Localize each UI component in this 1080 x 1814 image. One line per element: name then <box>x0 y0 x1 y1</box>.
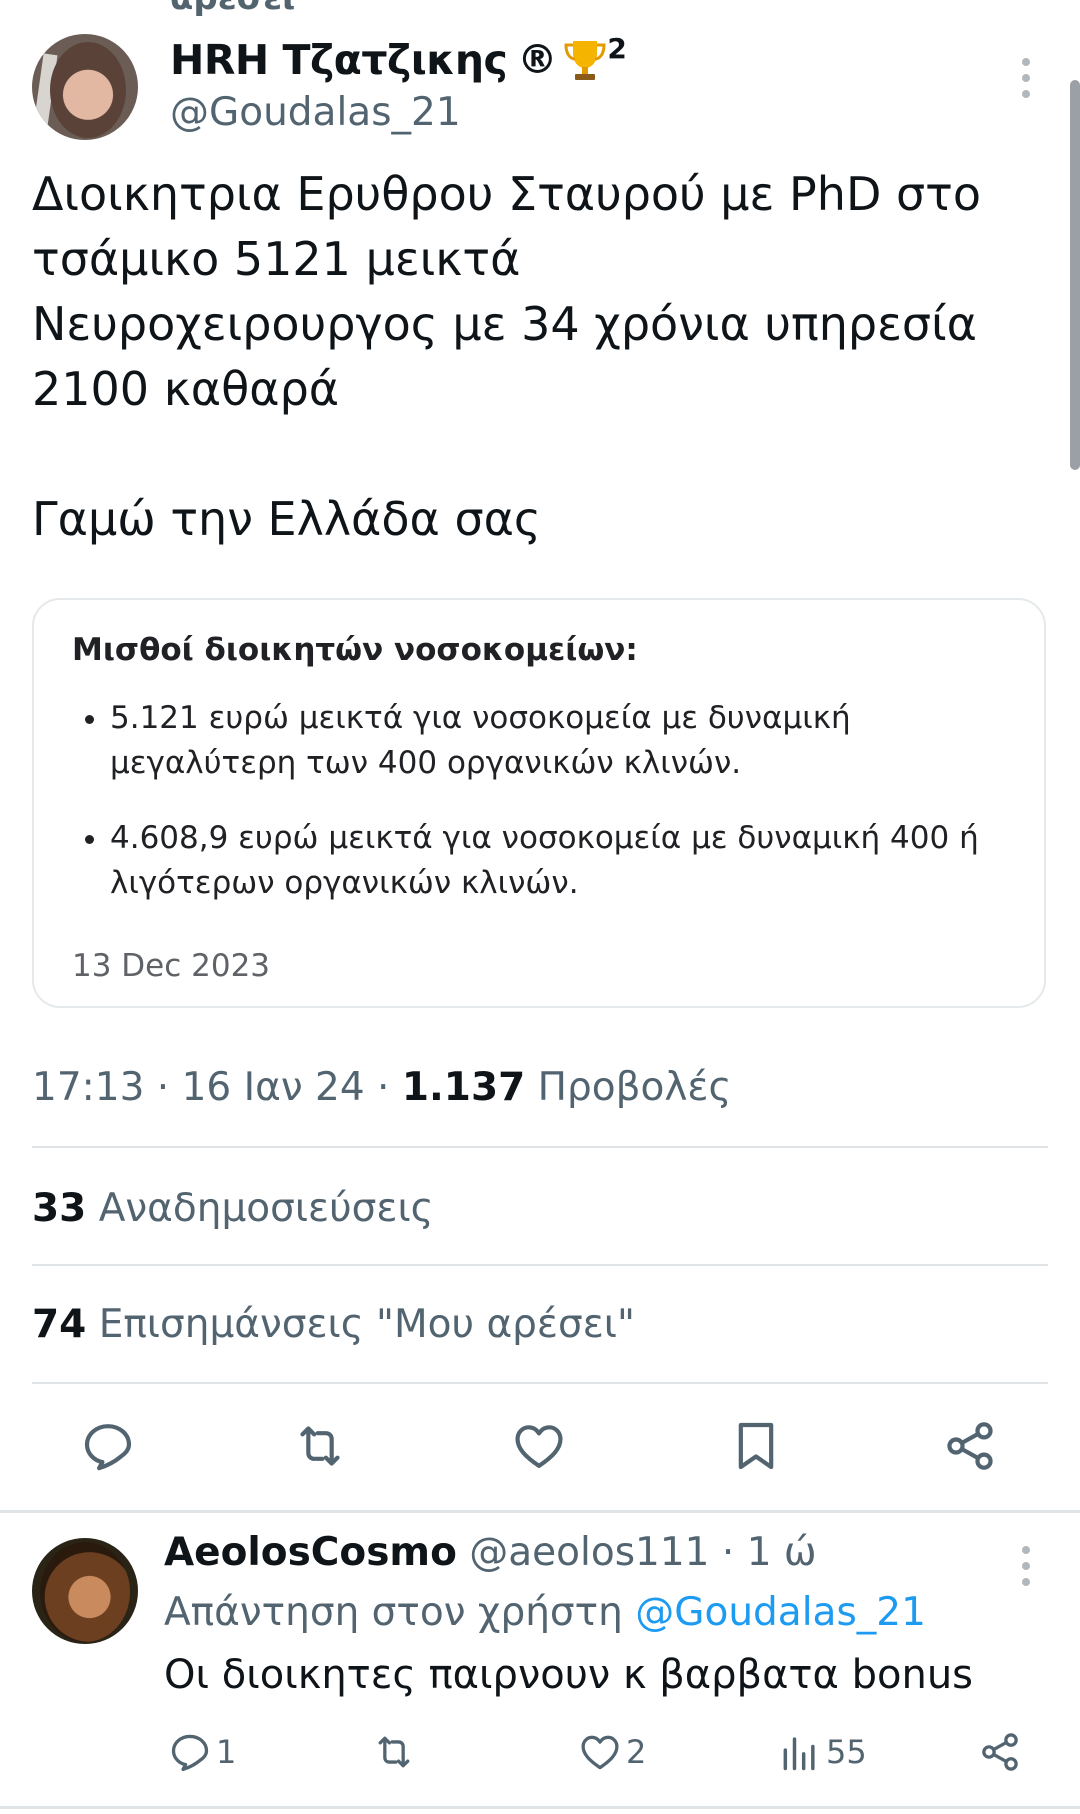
divider <box>32 1264 1048 1266</box>
display-name[interactable]: HRH Τζατζικης <box>170 36 508 84</box>
card-title: Μισθοί διοικητών νοσοκομείων: <box>72 632 638 668</box>
reply-author-row: AeolosCosmo @aeolos111 · 1 ώ <box>164 1530 817 1575</box>
reply-to-handle[interactable]: @Goudalas_21 <box>635 1590 926 1635</box>
reply-count: 1 <box>216 1733 237 1771</box>
reply-views-count: 55 <box>826 1733 867 1771</box>
divider <box>0 1806 1080 1809</box>
divider <box>0 1510 1080 1513</box>
like-button[interactable] <box>511 1418 567 1474</box>
reply-to-line: Απάντηση στον χρήστη @Goudalas_21 <box>164 1590 926 1635</box>
reply-text: Οι διοικητες παιρνουν κ βαρβατα bonus <box>164 1652 974 1698</box>
bookmark-button[interactable] <box>728 1418 784 1474</box>
tweet-time[interactable]: 17:13 <box>32 1065 144 1110</box>
views-label: Προβολές <box>537 1065 732 1110</box>
bookmark-icon <box>738 1422 774 1470</box>
more-icon[interactable] <box>1022 58 1032 106</box>
reply-share-button[interactable] <box>978 1730 1026 1774</box>
trophy-icon <box>564 41 606 80</box>
scrollbar[interactable] <box>1070 80 1080 470</box>
reply-icon <box>84 1424 132 1471</box>
likes-label: Επισημάνσεις "Μου αρέσει" <box>98 1302 635 1347</box>
list-item: 5.121 ευρώ μεικτά για νοσοκομεία με δυνα… <box>110 696 1006 786</box>
reposts-stat[interactable]: 33 Αναδημοσιεύσεις <box>32 1186 434 1231</box>
author-row: HRH Τζατζικης ® 2 <box>170 32 627 84</box>
share-icon <box>947 1422 993 1470</box>
card-list: 5.121 ευρώ μεικτά για νοσοκομεία με δυνα… <box>72 696 1006 906</box>
avatar[interactable] <box>32 34 138 140</box>
reply-time[interactable]: 1 ώ <box>747 1530 817 1575</box>
share-button[interactable] <box>942 1418 998 1474</box>
reply-to-label: Απάντηση στον χρήστη <box>164 1590 623 1635</box>
tweet-meta: 17:13 · 16 Ιαν 24 · 1.137 Προβολές <box>32 1065 732 1110</box>
reposts-label: Αναδημοσιεύσεις <box>98 1186 434 1231</box>
repost-button[interactable] <box>292 1418 348 1474</box>
reply-like-button[interactable]: 2 <box>578 1730 646 1774</box>
repost-icon <box>378 1736 410 1768</box>
share-icon <box>982 1733 1018 1771</box>
reply-display-name[interactable]: AeolosCosmo <box>164 1530 457 1575</box>
views-count: 1.137 <box>401 1065 526 1110</box>
reply-icon <box>171 1734 209 1772</box>
reposts-count: 33 <box>32 1186 87 1231</box>
reply-repost-button[interactable] <box>372 1730 420 1774</box>
tweet-date[interactable]: 16 Ιαν 24 <box>182 1065 365 1110</box>
reply-views-button[interactable]: 55 <box>778 1730 867 1774</box>
heart-icon <box>515 1425 563 1468</box>
divider <box>32 1382 1048 1384</box>
handle[interactable]: @Goudalas_21 <box>170 90 461 135</box>
list-item: 4.608,9 ευρώ μεικτά για νοσοκομεία με δυ… <box>110 816 1006 906</box>
registered-mark: ® <box>517 37 558 83</box>
repost-icon <box>300 1426 340 1466</box>
reply-avatar[interactable] <box>32 1538 138 1644</box>
heart-icon <box>581 1735 619 1770</box>
reply-more-icon[interactable] <box>1022 1546 1032 1594</box>
superscript: 2 <box>607 32 627 65</box>
previous-tweet-cut-text: αρέσει <box>170 0 295 18</box>
media-card[interactable]: Μισθοί διοικητών νοσοκομείων: 5.121 ευρώ… <box>32 598 1046 1008</box>
divider <box>32 1146 1048 1148</box>
views-icon <box>783 1737 815 1771</box>
reply-reply-button[interactable]: 1 <box>168 1730 236 1774</box>
card-date: 13 Dec 2023 <box>72 948 271 984</box>
reply-button[interactable] <box>80 1418 136 1474</box>
likes-count: 74 <box>32 1302 87 1347</box>
tweet-text: Διοικητρια Ερυθρου Σταυρού με PhD στο τσ… <box>32 167 981 546</box>
reply-like-count: 2 <box>626 1733 647 1771</box>
likes-stat[interactable]: 74 Επισημάνσεις "Μου αρέσει" <box>32 1302 635 1347</box>
reply-handle[interactable]: @aeolos111 <box>469 1530 709 1575</box>
